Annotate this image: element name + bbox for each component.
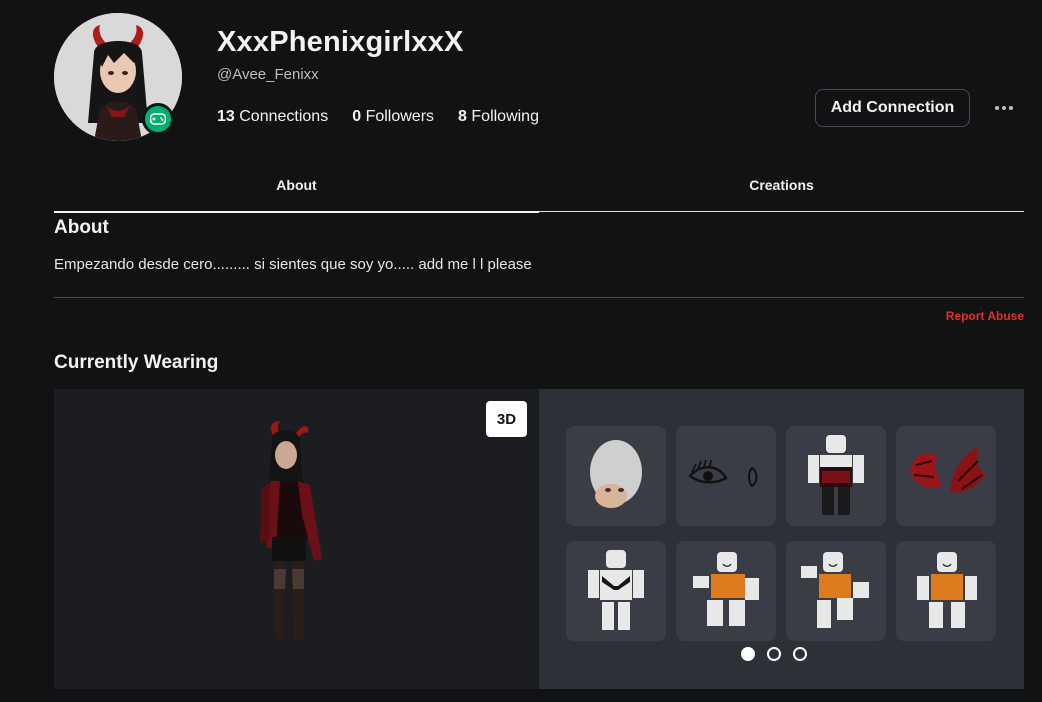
about-heading: About bbox=[54, 217, 109, 238]
presence-badge bbox=[142, 103, 174, 135]
section-divider bbox=[54, 297, 1024, 298]
carousel-dot-2[interactable] bbox=[767, 647, 781, 661]
following-stat[interactable]: 8 Following bbox=[458, 108, 539, 126]
horns-icon bbox=[910, 447, 986, 493]
animation-icon bbox=[693, 552, 759, 626]
tab-creations[interactable]: Creations bbox=[539, 160, 1024, 211]
item-animation-1[interactable] bbox=[676, 541, 776, 641]
display-name: XxxPhenixgirlxxX bbox=[217, 26, 464, 58]
following-count: 8 bbox=[458, 108, 467, 125]
following-label: Following bbox=[471, 108, 539, 125]
eyes-icon bbox=[688, 459, 758, 488]
username: @Avee_Fenixx bbox=[217, 66, 319, 83]
item-animation-2[interactable] bbox=[786, 541, 886, 641]
view-3d-button[interactable]: 3D bbox=[486, 401, 527, 437]
avatar-viewer[interactable]: 3D bbox=[54, 389, 539, 689]
profile-avatar[interactable] bbox=[54, 13, 182, 141]
connections-stat[interactable]: 13 Connections bbox=[217, 108, 328, 126]
gamepad-icon bbox=[150, 113, 166, 125]
carousel-pagination bbox=[741, 647, 807, 661]
connections-label: Connections bbox=[239, 108, 329, 125]
about-description: Empezando desde cero......... si sientes… bbox=[54, 256, 532, 273]
animation-icon bbox=[801, 552, 869, 628]
item-animation-3[interactable] bbox=[896, 541, 996, 641]
connections-count: 13 bbox=[217, 108, 235, 125]
followers-count: 0 bbox=[352, 108, 362, 125]
profile-stats: 13 Connections 0 Followers 8 Following bbox=[217, 108, 539, 126]
item-outfit[interactable] bbox=[786, 426, 886, 526]
animation-icon bbox=[917, 552, 977, 628]
wearing-items-panel bbox=[539, 389, 1024, 689]
avatar-full-body bbox=[260, 421, 322, 639]
item-top[interactable] bbox=[566, 541, 666, 641]
tab-about[interactable]: About bbox=[54, 160, 539, 213]
add-connection-button[interactable]: Add Connection bbox=[815, 89, 970, 127]
item-head[interactable] bbox=[566, 426, 666, 526]
profile-tabs: About Creations bbox=[54, 160, 1024, 213]
report-abuse-link[interactable]: Report Abuse bbox=[946, 309, 1024, 323]
item-eyes[interactable] bbox=[676, 426, 776, 526]
item-horns[interactable] bbox=[896, 426, 996, 526]
followers-stat[interactable]: 0 Followers bbox=[352, 108, 434, 126]
carousel-dot-1[interactable] bbox=[741, 647, 755, 661]
currently-wearing-heading: Currently Wearing bbox=[54, 352, 219, 373]
carousel-dot-3[interactable] bbox=[793, 647, 807, 661]
outfit-icon bbox=[808, 435, 864, 515]
head-icon bbox=[590, 440, 642, 508]
top-icon bbox=[588, 550, 644, 630]
more-icon[interactable] bbox=[993, 97, 1015, 119]
followers-label: Followers bbox=[365, 108, 435, 125]
